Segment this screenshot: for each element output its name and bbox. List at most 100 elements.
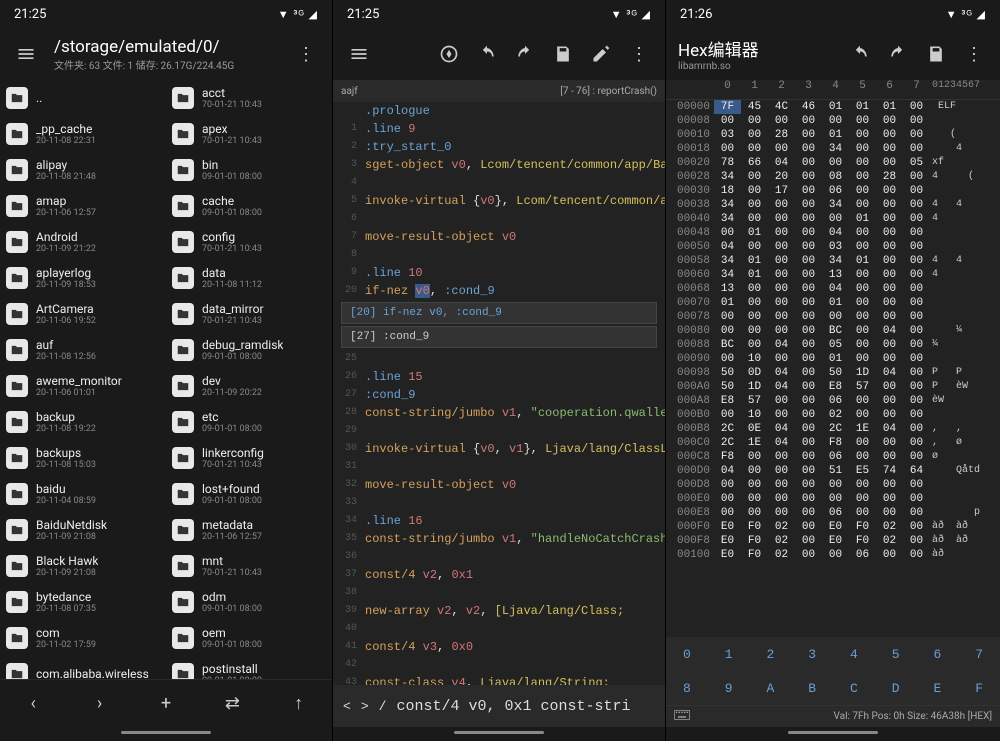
hex-row[interactable]: 0008000000000BC000400 ¼ (666, 324, 1000, 338)
hex-key-9[interactable]: 9 (708, 671, 750, 705)
hex-row[interactable]: 0005834010000340100004 4 (666, 254, 1000, 268)
file-item[interactable]: Android20-11-09 21:22 (0, 224, 166, 260)
menu-icon[interactable] (10, 38, 42, 70)
hex-row[interactable]: 00098500D0400501D0400P P (666, 366, 1000, 380)
file-item[interactable]: acct70-01-21 10:43 (166, 80, 332, 116)
save-icon[interactable] (547, 38, 579, 70)
hex-key-D[interactable]: D (875, 671, 917, 705)
keyboard-icon[interactable] (674, 709, 690, 724)
hex-key-E[interactable]: E (917, 671, 959, 705)
redo-icon[interactable] (882, 38, 914, 70)
hex-row[interactable]: 000207866040000000005xf (666, 156, 1000, 170)
hex-row[interactable]: 000D80000000000000000 (666, 478, 1000, 492)
file-item[interactable]: BaiduNetdisk20-11-09 21:08 (0, 512, 166, 548)
file-item[interactable]: com20-11-02 17:59 (0, 620, 166, 656)
suggestion-item[interactable]: [27] :cond_9 (341, 326, 657, 348)
hex-row[interactable]: 000900010000001000000 (666, 352, 1000, 366)
file-item[interactable]: config70-01-21 10:43 (166, 224, 332, 260)
suggestion-item[interactable]: [20] if-nez v0, :cond_9 (341, 302, 657, 324)
file-item[interactable]: data_mirror70-01-21 10:43 (166, 296, 332, 332)
file-item[interactable]: bytedance20-11-08 07:35 (0, 584, 166, 620)
redo-icon[interactable] (509, 38, 541, 70)
overflow-icon[interactable]: ⋮ (958, 38, 990, 70)
hex-row[interactable]: 0003834000000340000004 4 (666, 198, 1000, 212)
file-item[interactable]: oem09-01-01 08:00 (166, 620, 332, 656)
file-item[interactable]: odm09-01-01 08:00 (166, 584, 332, 620)
menu-icon[interactable] (343, 38, 375, 70)
file-item[interactable]: ArtCamera20-11-06 19:52 (0, 296, 166, 332)
edit-icon[interactable] (585, 38, 617, 70)
hex-row[interactable]: 000A0501D0400E8570000P èW (666, 380, 1000, 394)
hex-row[interactable]: 000C8F800000006000000ø (666, 450, 1000, 464)
hex-key-7[interactable]: 7 (958, 637, 1000, 671)
hex-row[interactable]: 000780000000000000000 (666, 310, 1000, 324)
hex-row[interactable]: 000301800170006000000 (666, 184, 1000, 198)
hex-row[interactable]: 000E80000000006000000 p (666, 506, 1000, 520)
file-item[interactable]: backup20-11-08 19:22 (0, 404, 166, 440)
hex-row[interactable]: 000D00400000051E57464 Qåtd (666, 464, 1000, 478)
file-item[interactable]: data20-11-08 11:12 (166, 260, 332, 296)
overflow-icon[interactable]: ⋮ (290, 38, 322, 70)
overflow-icon[interactable]: ⋮ (623, 38, 655, 70)
file-item[interactable]: linkerconfig70-01-21 10:43 (166, 440, 332, 476)
file-item[interactable]: Black Hawk20-11-09 21:08 (0, 548, 166, 584)
up-icon[interactable]: ↑ (283, 688, 315, 720)
file-column-left[interactable]: .._pp_cache20-11-08 22:31alipay20-11-08 … (0, 80, 166, 679)
hex-row[interactable]: 000700100000001000000 (666, 296, 1000, 310)
file-item[interactable]: postinstall09-01-01 08:00 (166, 656, 332, 679)
save-icon[interactable] (920, 38, 952, 70)
file-item[interactable]: .. (0, 80, 166, 116)
file-item[interactable]: apex70-01-21 10:43 (166, 116, 332, 152)
hex-body[interactable]: 000007F454C4601010100 ELF 00008000000000… (666, 100, 1000, 637)
hex-row[interactable]: 000100300280001000000 ( (666, 128, 1000, 142)
file-column-right[interactable]: acct70-01-21 10:43apex70-01-21 10:43bin0… (166, 80, 332, 679)
hex-row[interactable]: 000500400000003000000 (666, 240, 1000, 254)
hex-row[interactable]: 0004034000000000100004 (666, 212, 1000, 226)
hex-key-F[interactable]: F (958, 671, 1000, 705)
hex-row[interactable]: 000180000000034000000 4 (666, 142, 1000, 156)
hex-row[interactable]: 000F8E0F00200E0F00200àð àð (666, 534, 1000, 548)
file-item[interactable]: bin09-01-01 08:00 (166, 152, 332, 188)
hex-row[interactable]: 000B82C0E04002C1E0400, , (666, 422, 1000, 436)
swap-icon[interactable]: ⇄ (216, 688, 248, 720)
hex-row[interactable]: 000080000000000000000 (666, 114, 1000, 128)
file-item[interactable]: auf20-11-08 12:56 (0, 332, 166, 368)
hex-key-5[interactable]: 5 (875, 637, 917, 671)
hex-row[interactable]: 000E00000000000000000 (666, 492, 1000, 506)
path-title[interactable]: /storage/emulated/0/ (54, 37, 284, 57)
hex-key-4[interactable]: 4 (833, 637, 875, 671)
hex-row[interactable]: 000B00010000002000000 (666, 408, 1000, 422)
hex-key-A[interactable]: A (750, 671, 792, 705)
hex-key-3[interactable]: 3 (791, 637, 833, 671)
hex-key-2[interactable]: 2 (750, 637, 792, 671)
hex-row[interactable]: 00088BC00040005000000¼ (666, 338, 1000, 352)
hex-key-6[interactable]: 6 (917, 637, 959, 671)
hex-key-1[interactable]: 1 (708, 637, 750, 671)
compass-icon[interactable] (433, 38, 465, 70)
code-area[interactable]: .prologue1.line 92:try_start_03sget-obje… (333, 102, 665, 685)
hex-key-C[interactable]: C (833, 671, 875, 705)
hex-key-0[interactable]: 0 (666, 637, 708, 671)
file-item[interactable]: debug_ramdisk09-01-01 08:00 (166, 332, 332, 368)
undo-icon[interactable] (471, 38, 503, 70)
file-item[interactable]: _pp_cache20-11-08 22:31 (0, 116, 166, 152)
back-icon[interactable]: ‹ (17, 688, 49, 720)
file-item[interactable]: dev20-11-09 20:22 (166, 368, 332, 404)
hex-row[interactable]: 0002834002000080028004 ( (666, 170, 1000, 184)
hex-row[interactable]: 000681300000004000000 (666, 282, 1000, 296)
hex-row[interactable]: 000F0E0F00200E0F00200àð àð (666, 520, 1000, 534)
add-icon[interactable]: + (150, 688, 182, 720)
hex-row[interactable]: 000007F454C4601010100 ELF (666, 100, 1000, 114)
file-item[interactable]: metadata20-11-06 12:57 (166, 512, 332, 548)
hex-row[interactable]: 000C02C1E0400F8000000, ø (666, 436, 1000, 450)
file-item[interactable]: amap20-11-06 12:57 (0, 188, 166, 224)
forward-icon[interactable]: › (84, 688, 116, 720)
hex-key-8[interactable]: 8 (666, 671, 708, 705)
hex-row[interactable]: 000A8E857000006000000èW (666, 394, 1000, 408)
file-item[interactable]: aweme_monitor20-11-06 01:01 (0, 368, 166, 404)
file-item[interactable]: cache09-01-01 08:00 (166, 188, 332, 224)
next-icon[interactable]: > (361, 699, 369, 714)
prev-icon[interactable]: < (343, 699, 351, 714)
file-item[interactable]: com.alibaba.wireless (0, 656, 166, 679)
file-item[interactable]: baidu20-11-04 08:59 (0, 476, 166, 512)
